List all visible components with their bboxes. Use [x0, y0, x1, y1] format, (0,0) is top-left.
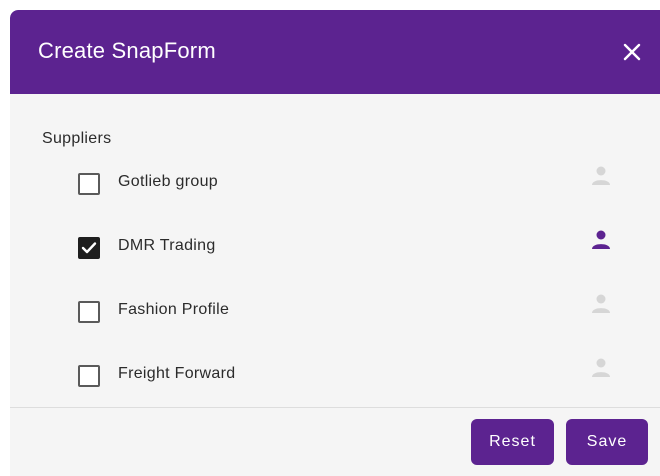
supplier-checkbox[interactable] — [78, 173, 100, 195]
supplier-row[interactable]: Freight Forward — [78, 356, 638, 396]
suppliers-label: Suppliers — [42, 130, 112, 147]
close-button[interactable] — [618, 38, 646, 66]
close-icon — [623, 43, 641, 61]
supplier-checkbox[interactable] — [78, 301, 100, 323]
supplier-label: DMR Trading — [118, 237, 216, 254]
supplier-checkbox[interactable] — [78, 365, 100, 387]
user-icon[interactable] — [590, 292, 612, 314]
user-icon[interactable] — [590, 228, 612, 250]
checkmark-icon — [81, 242, 97, 254]
supplier-row[interactable]: DMR Trading — [78, 228, 638, 268]
supplier-label: Fashion Profile — [118, 301, 230, 318]
dialog-body: Suppliers Gotlieb group DMR Trading Fash… — [10, 94, 660, 407]
supplier-label: Freight Forward — [118, 365, 236, 382]
reset-button[interactable]: Reset — [471, 419, 554, 465]
dialog-title: Create SnapForm — [38, 38, 216, 63]
dialog-footer: Reset Save — [10, 408, 660, 476]
dialog-header: Create SnapForm — [10, 10, 660, 94]
create-snapform-dialog: Create SnapForm Suppliers Gotlieb group — [10, 10, 660, 476]
user-icon[interactable] — [590, 164, 612, 186]
save-button[interactable]: Save — [566, 419, 648, 465]
supplier-row[interactable]: Fashion Profile — [78, 292, 638, 332]
user-icon[interactable] — [590, 356, 612, 378]
supplier-row[interactable]: Gotlieb group — [78, 164, 638, 204]
supplier-checkbox[interactable] — [78, 237, 100, 259]
supplier-label: Gotlieb group — [118, 173, 218, 190]
